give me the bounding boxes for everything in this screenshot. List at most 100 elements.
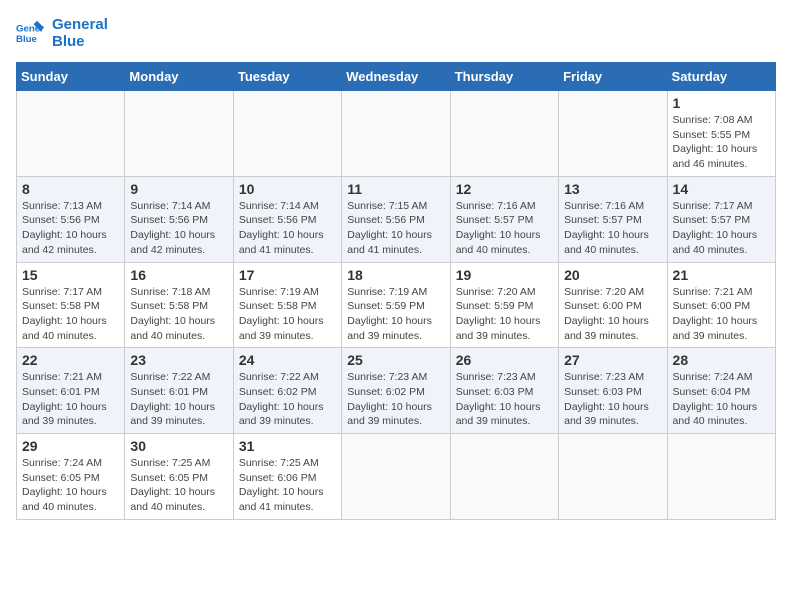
day-cell-27: 27 Sunrise: 7:23 AMSunset: 6:03 PMDaylig… — [559, 348, 667, 434]
calendar-week-1: 1 Sunrise: 7:08 AMSunset: 5:55 PMDayligh… — [17, 91, 776, 177]
day-info: Sunrise: 7:23 AMSunset: 6:02 PMDaylight:… — [347, 370, 444, 429]
logo: General Blue General Blue — [16, 16, 108, 50]
day-cell-9: 9 Sunrise: 7:14 AMSunset: 5:56 PMDayligh… — [125, 176, 233, 262]
day-cell-17: 17 Sunrise: 7:19 AMSunset: 5:58 PMDaylig… — [233, 262, 341, 348]
day-cell-23: 23 Sunrise: 7:22 AMSunset: 6:01 PMDaylig… — [125, 348, 233, 434]
day-cell-8: 8 Sunrise: 7:13 AMSunset: 5:56 PMDayligh… — [17, 176, 125, 262]
day-cell-29: 29 Sunrise: 7:24 AMSunset: 6:05 PMDaylig… — [17, 434, 125, 520]
day-number: 15 — [22, 267, 119, 283]
day-number: 16 — [130, 267, 227, 283]
col-header-tuesday: Tuesday — [233, 63, 341, 91]
day-number: 25 — [347, 352, 444, 368]
day-number: 31 — [239, 438, 336, 454]
day-cell-25: 25 Sunrise: 7:23 AMSunset: 6:02 PMDaylig… — [342, 348, 450, 434]
logo-general: General — [52, 16, 108, 33]
day-number: 12 — [456, 181, 553, 197]
day-cell-11: 11 Sunrise: 7:15 AMSunset: 5:56 PMDaylig… — [342, 176, 450, 262]
empty-cell — [450, 91, 558, 177]
day-info: Sunrise: 7:22 AMSunset: 6:02 PMDaylight:… — [239, 370, 336, 429]
day-info: Sunrise: 7:24 AMSunset: 6:05 PMDaylight:… — [22, 456, 119, 515]
calendar-week-2: 8 Sunrise: 7:13 AMSunset: 5:56 PMDayligh… — [17, 176, 776, 262]
empty-cell — [233, 91, 341, 177]
day-info: Sunrise: 7:21 AMSunset: 6:00 PMDaylight:… — [673, 285, 770, 344]
day-number: 19 — [456, 267, 553, 283]
day-number: 13 — [564, 181, 661, 197]
col-header-thursday: Thursday — [450, 63, 558, 91]
col-header-monday: Monday — [125, 63, 233, 91]
col-header-saturday: Saturday — [667, 63, 775, 91]
day-info: Sunrise: 7:17 AMSunset: 5:58 PMDaylight:… — [22, 285, 119, 344]
day-info: Sunrise: 7:19 AMSunset: 5:59 PMDaylight:… — [347, 285, 444, 344]
day-number: 21 — [673, 267, 770, 283]
day-cell-10: 10 Sunrise: 7:14 AMSunset: 5:56 PMDaylig… — [233, 176, 341, 262]
day-number: 10 — [239, 181, 336, 197]
day-number: 26 — [456, 352, 553, 368]
day-info: Sunrise: 7:18 AMSunset: 5:58 PMDaylight:… — [130, 285, 227, 344]
day-number: 11 — [347, 181, 444, 197]
day-number: 23 — [130, 352, 227, 368]
day-number: 20 — [564, 267, 661, 283]
col-header-wednesday: Wednesday — [342, 63, 450, 91]
empty-cell — [17, 91, 125, 177]
calendar-week-5: 29 Sunrise: 7:24 AMSunset: 6:05 PMDaylig… — [17, 434, 776, 520]
empty-cell — [667, 434, 775, 520]
day-number: 1 — [673, 95, 770, 111]
day-number: 27 — [564, 352, 661, 368]
day-number: 14 — [673, 181, 770, 197]
day-cell-22: 22 Sunrise: 7:21 AMSunset: 6:01 PMDaylig… — [17, 348, 125, 434]
day-number: 18 — [347, 267, 444, 283]
svg-text:Blue: Blue — [16, 34, 37, 45]
day-info: Sunrise: 7:14 AMSunset: 5:56 PMDaylight:… — [239, 199, 336, 258]
day-number: 8 — [22, 181, 119, 197]
day-cell-19: 19 Sunrise: 7:20 AMSunset: 5:59 PMDaylig… — [450, 262, 558, 348]
day-info: Sunrise: 7:24 AMSunset: 6:04 PMDaylight:… — [673, 370, 770, 429]
page-header: General Blue General Blue — [16, 16, 776, 50]
day-cell-14: 14 Sunrise: 7:17 AMSunset: 5:57 PMDaylig… — [667, 176, 775, 262]
day-info: Sunrise: 7:16 AMSunset: 5:57 PMDaylight:… — [456, 199, 553, 258]
empty-cell — [450, 434, 558, 520]
day-cell-28: 28 Sunrise: 7:24 AMSunset: 6:04 PMDaylig… — [667, 348, 775, 434]
empty-cell — [559, 91, 667, 177]
calendar-week-3: 15 Sunrise: 7:17 AMSunset: 5:58 PMDaylig… — [17, 262, 776, 348]
day-info: Sunrise: 7:15 AMSunset: 5:56 PMDaylight:… — [347, 199, 444, 258]
day-info: Sunrise: 7:17 AMSunset: 5:57 PMDaylight:… — [673, 199, 770, 258]
day-info: Sunrise: 7:08 AMSunset: 5:55 PMDaylight:… — [673, 113, 770, 172]
day-number: 24 — [239, 352, 336, 368]
calendar-table: SundayMondayTuesdayWednesdayThursdayFrid… — [16, 62, 776, 520]
day-cell-16: 16 Sunrise: 7:18 AMSunset: 5:58 PMDaylig… — [125, 262, 233, 348]
empty-cell — [559, 434, 667, 520]
day-info: Sunrise: 7:14 AMSunset: 5:56 PMDaylight:… — [130, 199, 227, 258]
day-cell-12: 12 Sunrise: 7:16 AMSunset: 5:57 PMDaylig… — [450, 176, 558, 262]
day-number: 29 — [22, 438, 119, 454]
day-info: Sunrise: 7:16 AMSunset: 5:57 PMDaylight:… — [564, 199, 661, 258]
day-info: Sunrise: 7:20 AMSunset: 6:00 PMDaylight:… — [564, 285, 661, 344]
day-number: 28 — [673, 352, 770, 368]
day-info: Sunrise: 7:21 AMSunset: 6:01 PMDaylight:… — [22, 370, 119, 429]
day-info: Sunrise: 7:22 AMSunset: 6:01 PMDaylight:… — [130, 370, 227, 429]
logo-icon: General Blue — [16, 19, 44, 47]
empty-cell — [342, 91, 450, 177]
logo-blue: Blue — [52, 33, 108, 50]
day-cell-1: 1 Sunrise: 7:08 AMSunset: 5:55 PMDayligh… — [667, 91, 775, 177]
day-info: Sunrise: 7:13 AMSunset: 5:56 PMDaylight:… — [22, 199, 119, 258]
day-cell-15: 15 Sunrise: 7:17 AMSunset: 5:58 PMDaylig… — [17, 262, 125, 348]
day-cell-31: 31 Sunrise: 7:25 AMSunset: 6:06 PMDaylig… — [233, 434, 341, 520]
day-cell-30: 30 Sunrise: 7:25 AMSunset: 6:05 PMDaylig… — [125, 434, 233, 520]
day-info: Sunrise: 7:20 AMSunset: 5:59 PMDaylight:… — [456, 285, 553, 344]
day-info: Sunrise: 7:25 AMSunset: 6:05 PMDaylight:… — [130, 456, 227, 515]
day-info: Sunrise: 7:25 AMSunset: 6:06 PMDaylight:… — [239, 456, 336, 515]
day-cell-20: 20 Sunrise: 7:20 AMSunset: 6:00 PMDaylig… — [559, 262, 667, 348]
day-info: Sunrise: 7:23 AMSunset: 6:03 PMDaylight:… — [456, 370, 553, 429]
day-cell-21: 21 Sunrise: 7:21 AMSunset: 6:00 PMDaylig… — [667, 262, 775, 348]
day-info: Sunrise: 7:19 AMSunset: 5:58 PMDaylight:… — [239, 285, 336, 344]
day-info: Sunrise: 7:23 AMSunset: 6:03 PMDaylight:… — [564, 370, 661, 429]
day-number: 22 — [22, 352, 119, 368]
calendar-week-4: 22 Sunrise: 7:21 AMSunset: 6:01 PMDaylig… — [17, 348, 776, 434]
empty-cell — [342, 434, 450, 520]
day-number: 17 — [239, 267, 336, 283]
day-cell-26: 26 Sunrise: 7:23 AMSunset: 6:03 PMDaylig… — [450, 348, 558, 434]
day-cell-13: 13 Sunrise: 7:16 AMSunset: 5:57 PMDaylig… — [559, 176, 667, 262]
day-number: 30 — [130, 438, 227, 454]
day-cell-18: 18 Sunrise: 7:19 AMSunset: 5:59 PMDaylig… — [342, 262, 450, 348]
day-cell-24: 24 Sunrise: 7:22 AMSunset: 6:02 PMDaylig… — [233, 348, 341, 434]
